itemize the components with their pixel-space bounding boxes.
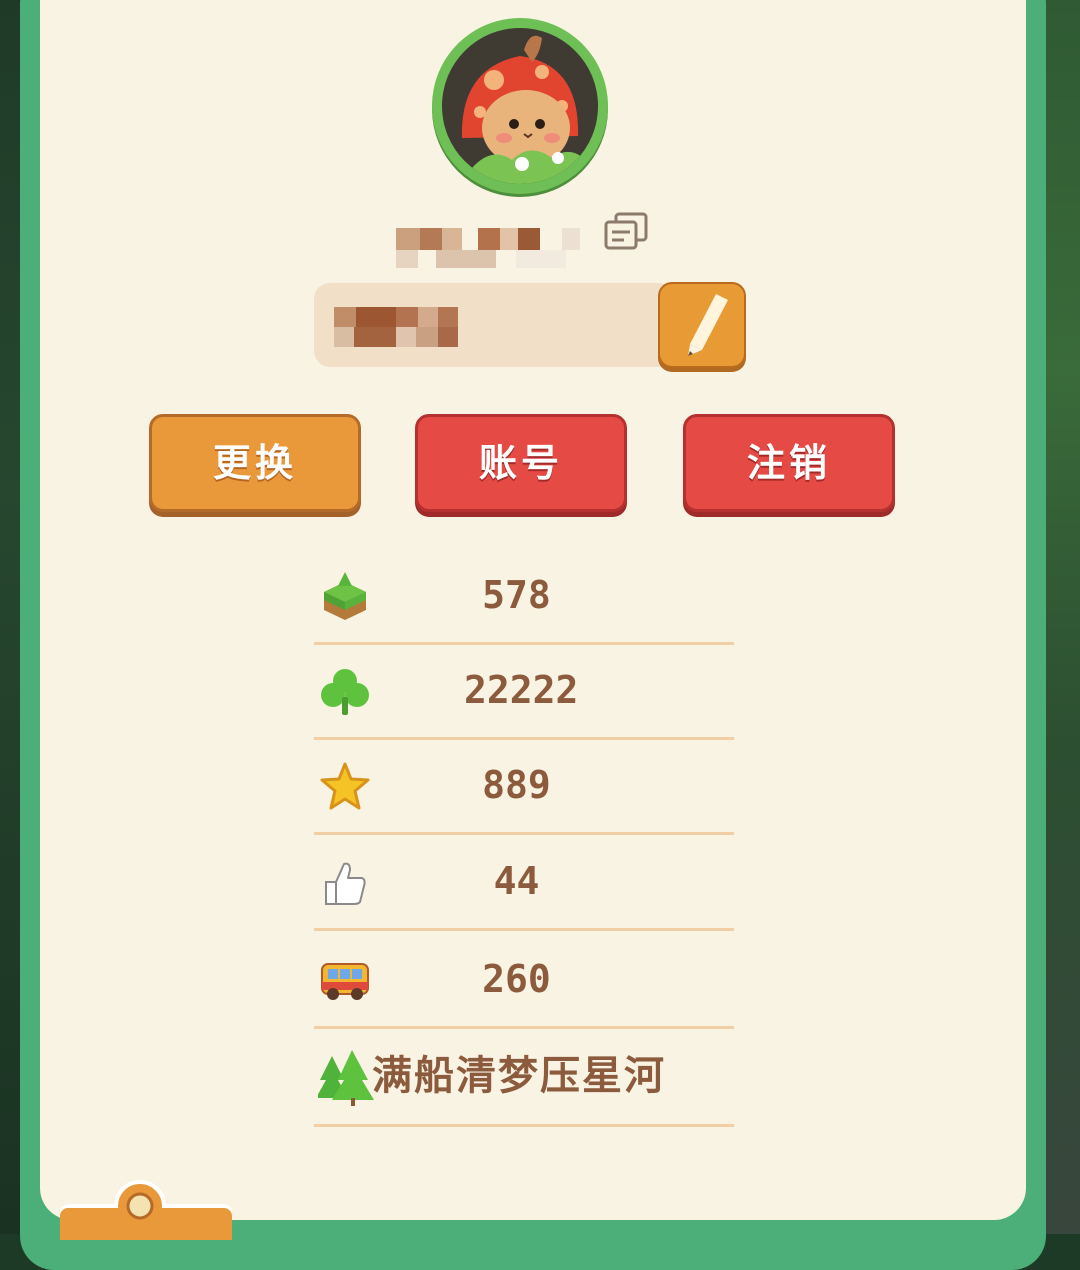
- nickname-field[interactable]: [314, 283, 674, 367]
- stat-value: 22222: [464, 668, 579, 712]
- stat-row-star: 889: [314, 738, 734, 835]
- stat-value: 260: [482, 957, 551, 1001]
- thumbs-up-icon: [318, 856, 372, 910]
- stat-value: 889: [482, 763, 551, 807]
- avatar[interactable]: [432, 18, 608, 194]
- pine-tree-icon: [316, 1046, 374, 1106]
- pencil-icon: [660, 294, 744, 368]
- background-right: [1044, 0, 1080, 1234]
- logout-button[interactable]: 注销: [683, 414, 895, 512]
- stat-row-likes: 44: [314, 834, 734, 931]
- edit-nickname-button[interactable]: [658, 282, 746, 368]
- mushroom-bunny-avatar-icon: [442, 28, 598, 184]
- motto-row: 满船清梦压星河: [314, 1030, 734, 1127]
- star-icon: [318, 760, 372, 814]
- stat-value: 578: [482, 573, 551, 617]
- account-button[interactable]: 账号: [415, 414, 627, 512]
- change-button[interactable]: 更换: [149, 414, 361, 512]
- stat-row-land: 578: [314, 548, 734, 645]
- grass-block-icon: [318, 570, 372, 624]
- clover-icon: [318, 665, 372, 719]
- background-left: [0, 0, 22, 1234]
- stat-value: 44: [493, 859, 540, 903]
- stat-row-bus: 260: [314, 932, 734, 1029]
- copy-icon[interactable]: [602, 212, 650, 252]
- bottom-tab[interactable]: [58, 1180, 234, 1248]
- bus-icon: [318, 954, 372, 1008]
- stat-row-clover: 22222: [314, 643, 734, 740]
- motto-text: 满船清梦压星河: [372, 1053, 666, 1099]
